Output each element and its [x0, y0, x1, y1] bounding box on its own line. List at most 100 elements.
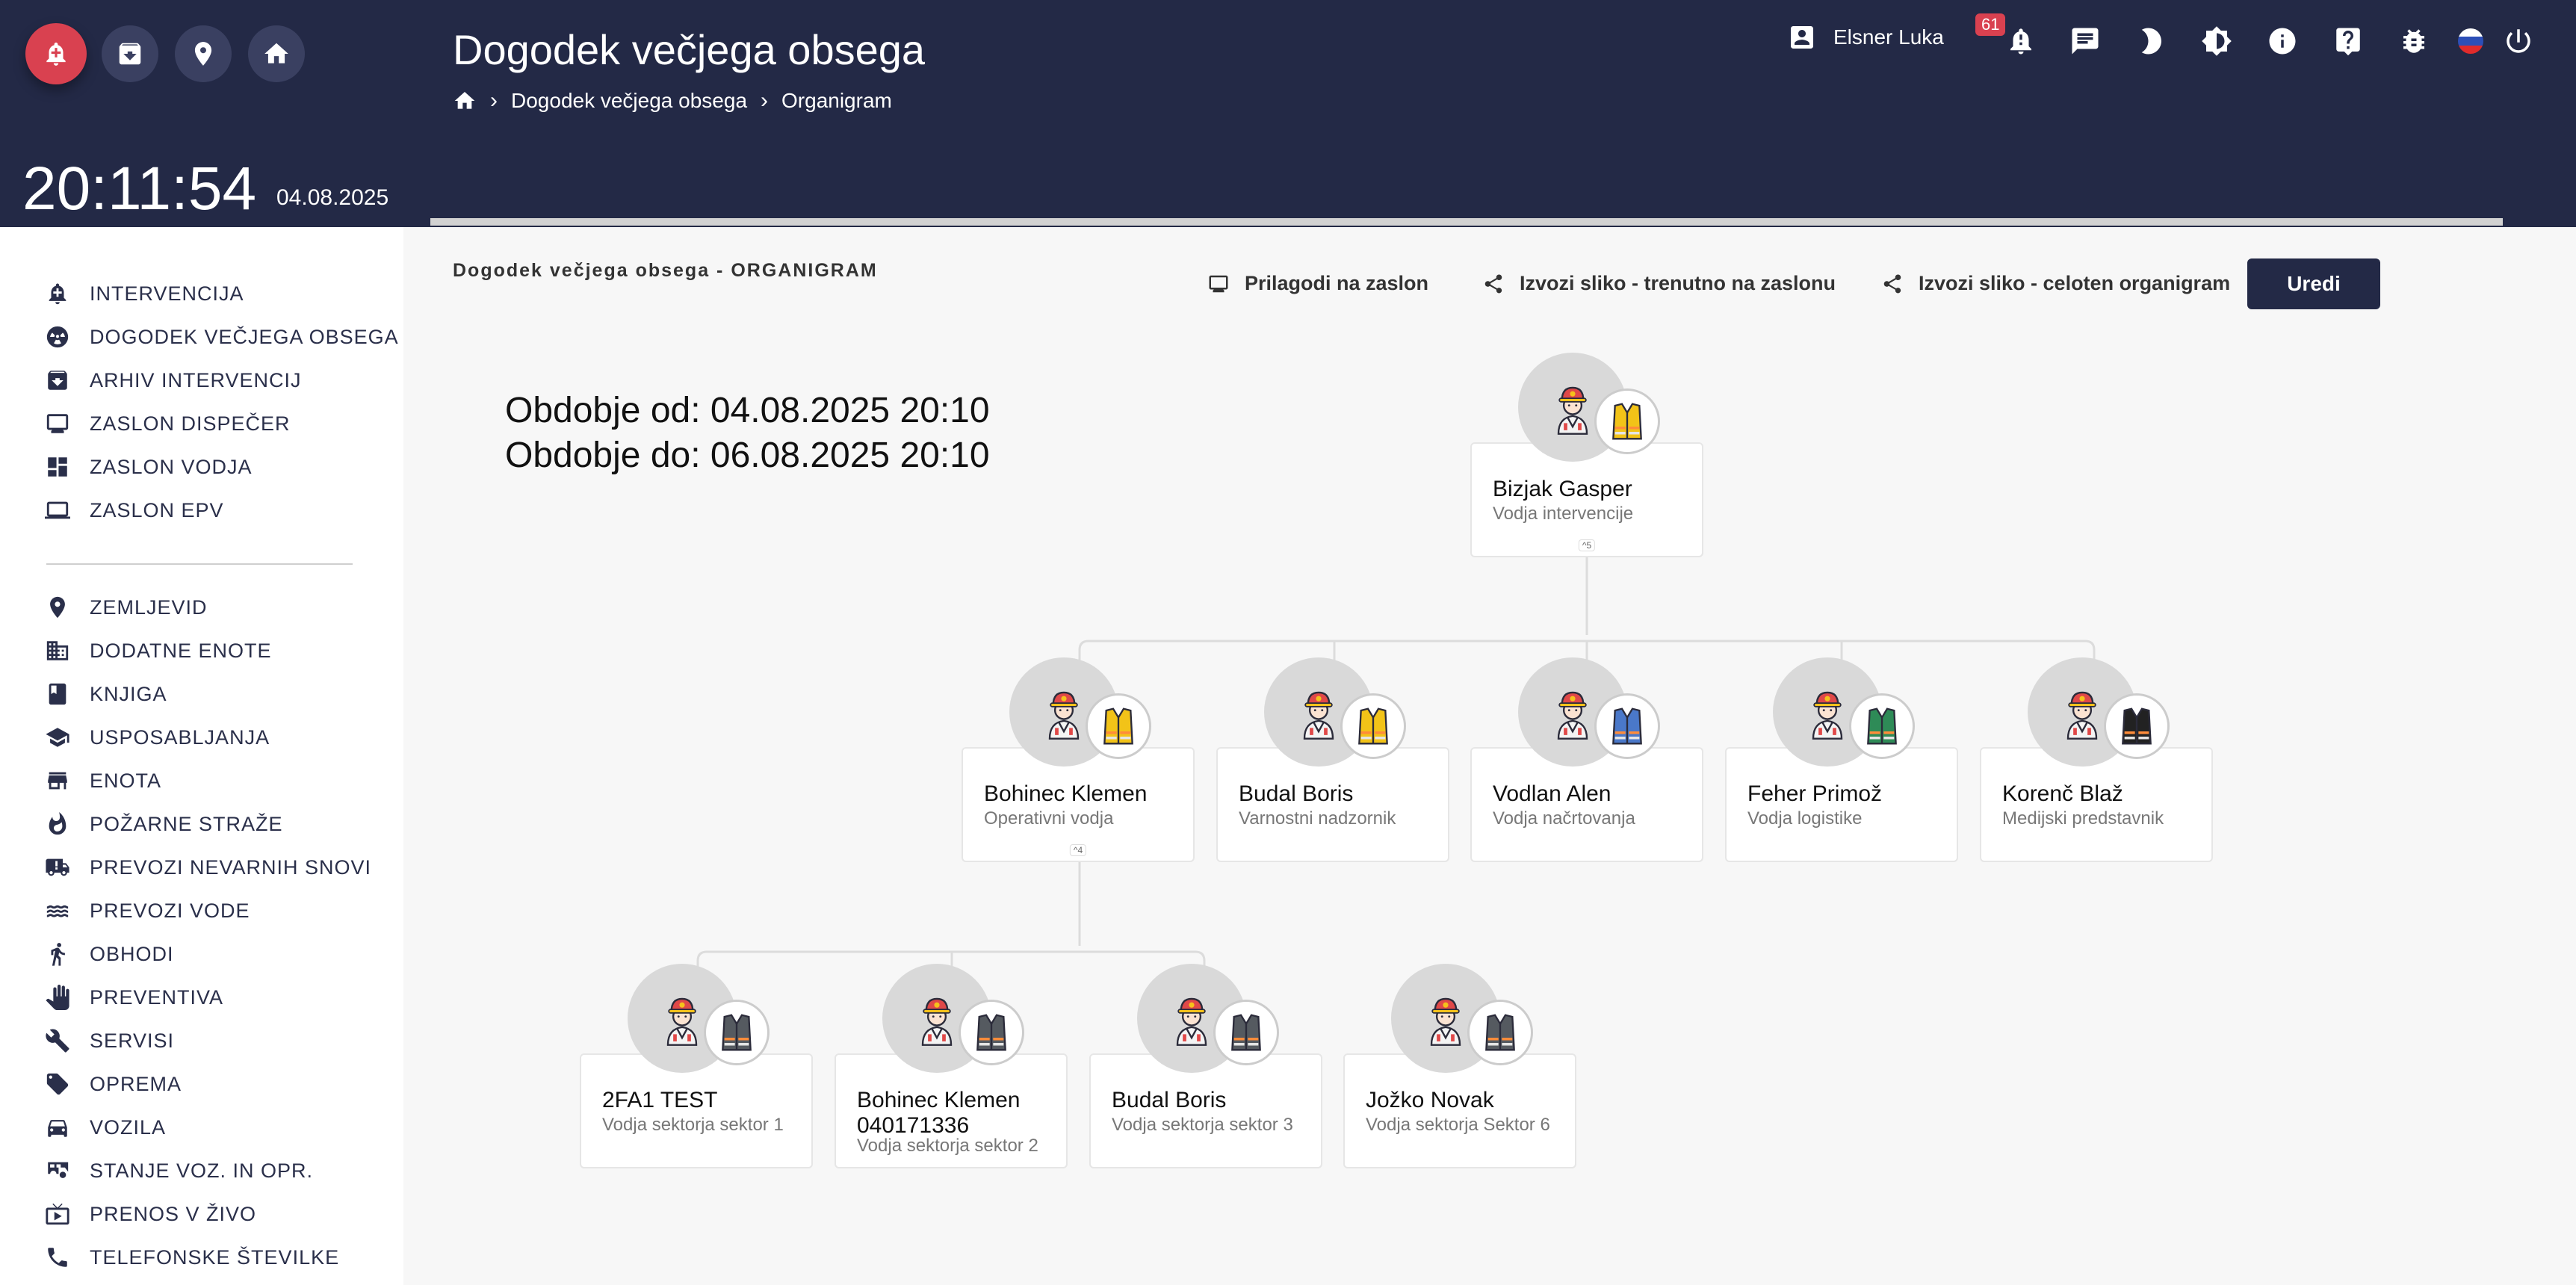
sidebar-item-zaslon-epv[interactable]: ZASLON EPV [45, 498, 224, 523]
edit-button[interactable]: Uredi [2247, 258, 2380, 309]
vest-icon [722, 1014, 752, 1051]
sidebar-item-label: ZASLON DISPEČER [90, 412, 291, 435]
sidebar-item-oprema[interactable]: OPREMA [45, 1071, 182, 1097]
radioactive-icon [46, 326, 69, 348]
logout-button[interactable] [2501, 24, 2536, 58]
breadcrumb-separator: › [761, 88, 769, 113]
wrench-icon [46, 1029, 69, 1053]
sidebar-item-label: PREVENTIVA [90, 985, 224, 1009]
fit-to-screen-button[interactable]: Prilagodi na zaslon [1207, 272, 1428, 295]
share-icon [1484, 274, 1502, 293]
sidebar-item-telefonske-številke[interactable]: TELEFONSKE ŠTEVILKE [45, 1245, 339, 1270]
archive-icon [48, 371, 67, 390]
sidebar-item-požarne-straže[interactable]: POŽARNE STRAŽE [45, 811, 283, 837]
node-role: Vodja načrtovanja [1493, 808, 1635, 829]
info-button[interactable] [2265, 24, 2300, 58]
sidebar-item-label: SERVISI [90, 1029, 175, 1052]
sidebar-item-stanje-voz-in-opr-[interactable]: STANJE VOZ. IN OPR. [45, 1158, 313, 1183]
brightness-button[interactable] [2199, 24, 2234, 58]
sidebar-item-label: OPREMA [90, 1072, 182, 1095]
sidebar-item-zaslon-vodja[interactable]: ZASLON VODJA [45, 454, 253, 480]
firefighter-icon [1557, 386, 1588, 435]
help-button[interactable] [2331, 24, 2365, 58]
sidebar-item-label: ZASLON EPV [90, 498, 224, 521]
vest-badge [1467, 1000, 1533, 1065]
home-icon[interactable] [453, 89, 477, 113]
export-visible-label: Izvozi sliko - trenutno na zaslonu [1520, 272, 1836, 294]
monitor-icon [1209, 275, 1228, 292]
sidebar-item-zaslon-dispečer[interactable]: ZASLON DISPEČER [45, 411, 291, 436]
user-menu[interactable]: Elsner Luka [1787, 22, 1944, 52]
notifications-button[interactable] [2004, 24, 2038, 58]
debug-button[interactable] [2397, 24, 2431, 58]
node-role: Vodja sektorja Sektor 6 [1366, 1115, 1550, 1135]
breadcrumb-item[interactable]: Organigram [781, 89, 892, 113]
sidebar-item-label: USPOSABLJANJA [90, 725, 270, 749]
vest-icon [1103, 707, 1133, 745]
vest-badge [1594, 388, 1660, 454]
sidebar-item-usposabljanja[interactable]: USPOSABLJANJA [45, 725, 270, 750]
firefighter-icon [1303, 691, 1334, 740]
vest-badge [1340, 693, 1406, 759]
vest-icon [1867, 707, 1897, 745]
sidebar-item-label: PRENOS V ŽIVO [90, 1202, 257, 1225]
sidebar-item-vozila[interactable]: VOZILA [45, 1115, 166, 1140]
node-role: Vodja logistike [1747, 808, 1863, 829]
sidebar-item-preventiva[interactable]: PREVENTIVA [45, 985, 223, 1010]
node-role: Vodja sektorja sektor 2 [857, 1136, 1038, 1156]
vest-icon [1612, 403, 1642, 440]
period-text: Obdobje od: 04.08.2025 20:10 Obdobje do:… [505, 388, 990, 478]
sidebar-item-label: KNJIGA [90, 682, 167, 705]
dark-mode-button[interactable] [2134, 24, 2168, 58]
firefighter-icon [1048, 691, 1080, 740]
firefighter-icon [921, 997, 953, 1046]
archive-button[interactable] [102, 25, 158, 82]
breadcrumb-item[interactable]: Dogodek večjega obsega [511, 89, 747, 113]
car-icon [48, 1120, 67, 1137]
map-button[interactable] [175, 25, 232, 82]
app-header: Dogodek večjega obsega › Dogodek večjega… [0, 0, 2576, 227]
sidebar-item-dodatne-enote[interactable]: DODATNE ENOTE [45, 638, 272, 663]
bug-icon [2403, 29, 2424, 53]
sidebar-item-prevozi-vode[interactable]: PREVOZI VODE [45, 898, 250, 923]
sidebar-item-servisi[interactable]: SERVISI [45, 1028, 174, 1053]
sidebar-item-arhiv-intervencij[interactable]: ARHIV INTERVENCIJ [45, 368, 302, 393]
children-count[interactable]: ^4 [1069, 844, 1087, 856]
export-full-button[interactable]: Izvozi sliko - celoten organigram [1881, 272, 2230, 295]
vest-badge [2104, 693, 2170, 759]
store-icon [48, 772, 67, 790]
node-name: Jožko Novak [1366, 1088, 1494, 1112]
sidebar-item-dogodek-večjega-obsega[interactable]: DOGODEK VEČJEGA OBSEGA [45, 324, 399, 350]
sidebar-item-label: ZASLON VODJA [90, 455, 253, 478]
export-visible-button[interactable]: Izvozi sliko - trenutno na zaslonu [1482, 272, 1836, 295]
user-name: Elsner Luka [1833, 25, 1944, 49]
vest-badge [959, 1000, 1024, 1065]
children-count[interactable]: ^5 [1578, 539, 1596, 551]
language-button[interactable] [2453, 24, 2488, 58]
sidebar-item-obhodi[interactable]: OBHODI [45, 941, 174, 967]
node-name: Bohinec Klemen [984, 781, 1148, 806]
school-icon [46, 728, 69, 747]
sidebar-item-intervencija[interactable]: INTERVENCIJA [45, 281, 244, 306]
clock: 20:11:54 [22, 155, 257, 223]
sidebar-item-label: PREVOZI NEVARNIH SNOVI [90, 855, 372, 879]
sidebar-item-label: TELEFONSKE ŠTEVILKE [90, 1245, 340, 1269]
sidebar-item-prevozi-nevarnih-snovi[interactable]: PREVOZI NEVARNIH SNOVI [45, 855, 371, 880]
sidebar-item-label: DODATNE ENOTE [90, 639, 272, 662]
sidebar-item-label: ENOTA [90, 769, 162, 792]
breadcrumb: › Dogodek večjega obsega › Organigram [453, 88, 892, 114]
rv-icon [48, 1162, 69, 1178]
sidebar-item-label: OBHODI [90, 942, 174, 965]
sidebar-item-label: ARHIV INTERVENCIJ [90, 368, 302, 391]
sidebar-item-prenos-v-živo[interactable]: PRENOS V ŽIVO [45, 1201, 256, 1227]
sidebar-item-label: INTERVENCIJA [90, 282, 244, 305]
monitor-icon [46, 414, 69, 433]
sidebar-item-knjiga[interactable]: KNJIGA [45, 681, 167, 707]
vest-badge [1086, 693, 1151, 759]
sidebar-item-zemljevid[interactable]: ZEMLJEVID [45, 595, 208, 620]
home-button[interactable] [248, 25, 305, 82]
home-icon [264, 43, 288, 64]
new-alarm-button[interactable] [25, 23, 87, 84]
sidebar-item-enota[interactable]: ENOTA [45, 768, 161, 793]
chat-button[interactable] [2068, 24, 2102, 58]
